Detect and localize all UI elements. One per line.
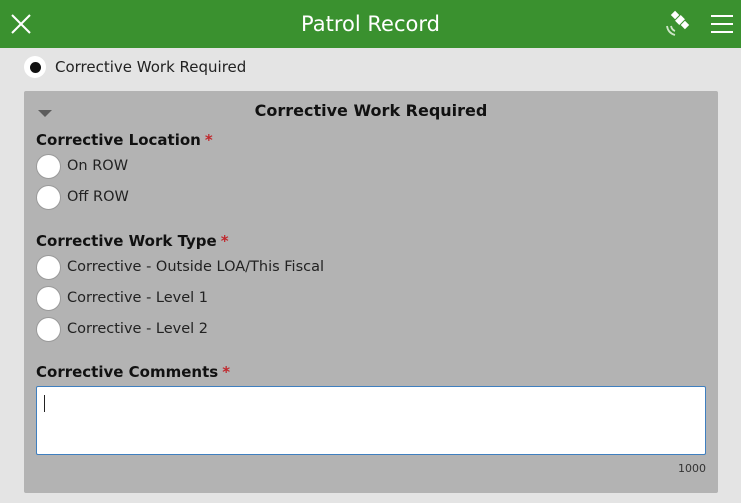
radio-label: Corrective - Level 1 — [67, 290, 209, 306]
form-content: Corrective Work Required Corrective Work… — [11, 48, 730, 503]
radio-label: Corrective Work Required — [55, 58, 247, 76]
radio-label: On ROW — [67, 158, 129, 174]
field-label-text: Corrective Work Type — [36, 232, 217, 250]
corrective-work-group: Corrective Work Required Corrective Loca… — [24, 91, 718, 493]
radio-button — [36, 254, 61, 280]
menu-button[interactable] — [707, 8, 737, 40]
group-title: Corrective Work Required — [254, 101, 488, 120]
location-option-on-row[interactable]: On ROW — [36, 153, 128, 179]
corrective-comments-label: Corrective Comments * — [36, 363, 230, 381]
radio-selected-indicator — [24, 56, 46, 78]
field-label-text: Corrective Location — [36, 131, 201, 149]
radio-label: Corrective - Outside LOA/This Fiscal — [67, 259, 325, 275]
required-mark: * — [222, 363, 231, 381]
radio-label: Corrective - Level 2 — [67, 321, 209, 337]
location-option-off-row[interactable]: Off ROW — [36, 184, 129, 210]
character-limit: 1000 — [678, 462, 706, 475]
radio-label: Off ROW — [67, 189, 129, 205]
gps-status-button[interactable] — [662, 8, 694, 40]
corrective-work-required-radio[interactable]: Corrective Work Required — [24, 56, 246, 78]
corrective-work-type-label: Corrective Work Type * — [36, 232, 229, 250]
radio-button — [36, 153, 61, 179]
radio-button — [36, 285, 61, 311]
text-cursor — [44, 395, 45, 412]
app-header: Patrol Record — [0, 0, 741, 48]
field-label-text: Corrective Comments — [36, 363, 219, 381]
comments-textarea[interactable] — [37, 387, 705, 454]
radio-button — [36, 184, 61, 210]
work-type-option-level-2[interactable]: Corrective - Level 2 — [36, 316, 208, 342]
page-title: Patrol Record — [301, 12, 440, 36]
required-mark: * — [220, 232, 229, 250]
satellite-icon — [666, 10, 690, 36]
required-mark: * — [204, 131, 213, 149]
work-type-option-level-1[interactable]: Corrective - Level 1 — [36, 285, 208, 311]
work-type-option-outside-loa[interactable]: Corrective - Outside LOA/This Fiscal — [36, 254, 324, 280]
close-button[interactable] — [6, 6, 36, 42]
corrective-location-label: Corrective Location * — [36, 131, 213, 149]
menu-icon — [711, 15, 733, 33]
close-icon — [11, 14, 31, 34]
corrective-comments-field[interactable] — [36, 386, 706, 455]
radio-button — [36, 316, 61, 342]
